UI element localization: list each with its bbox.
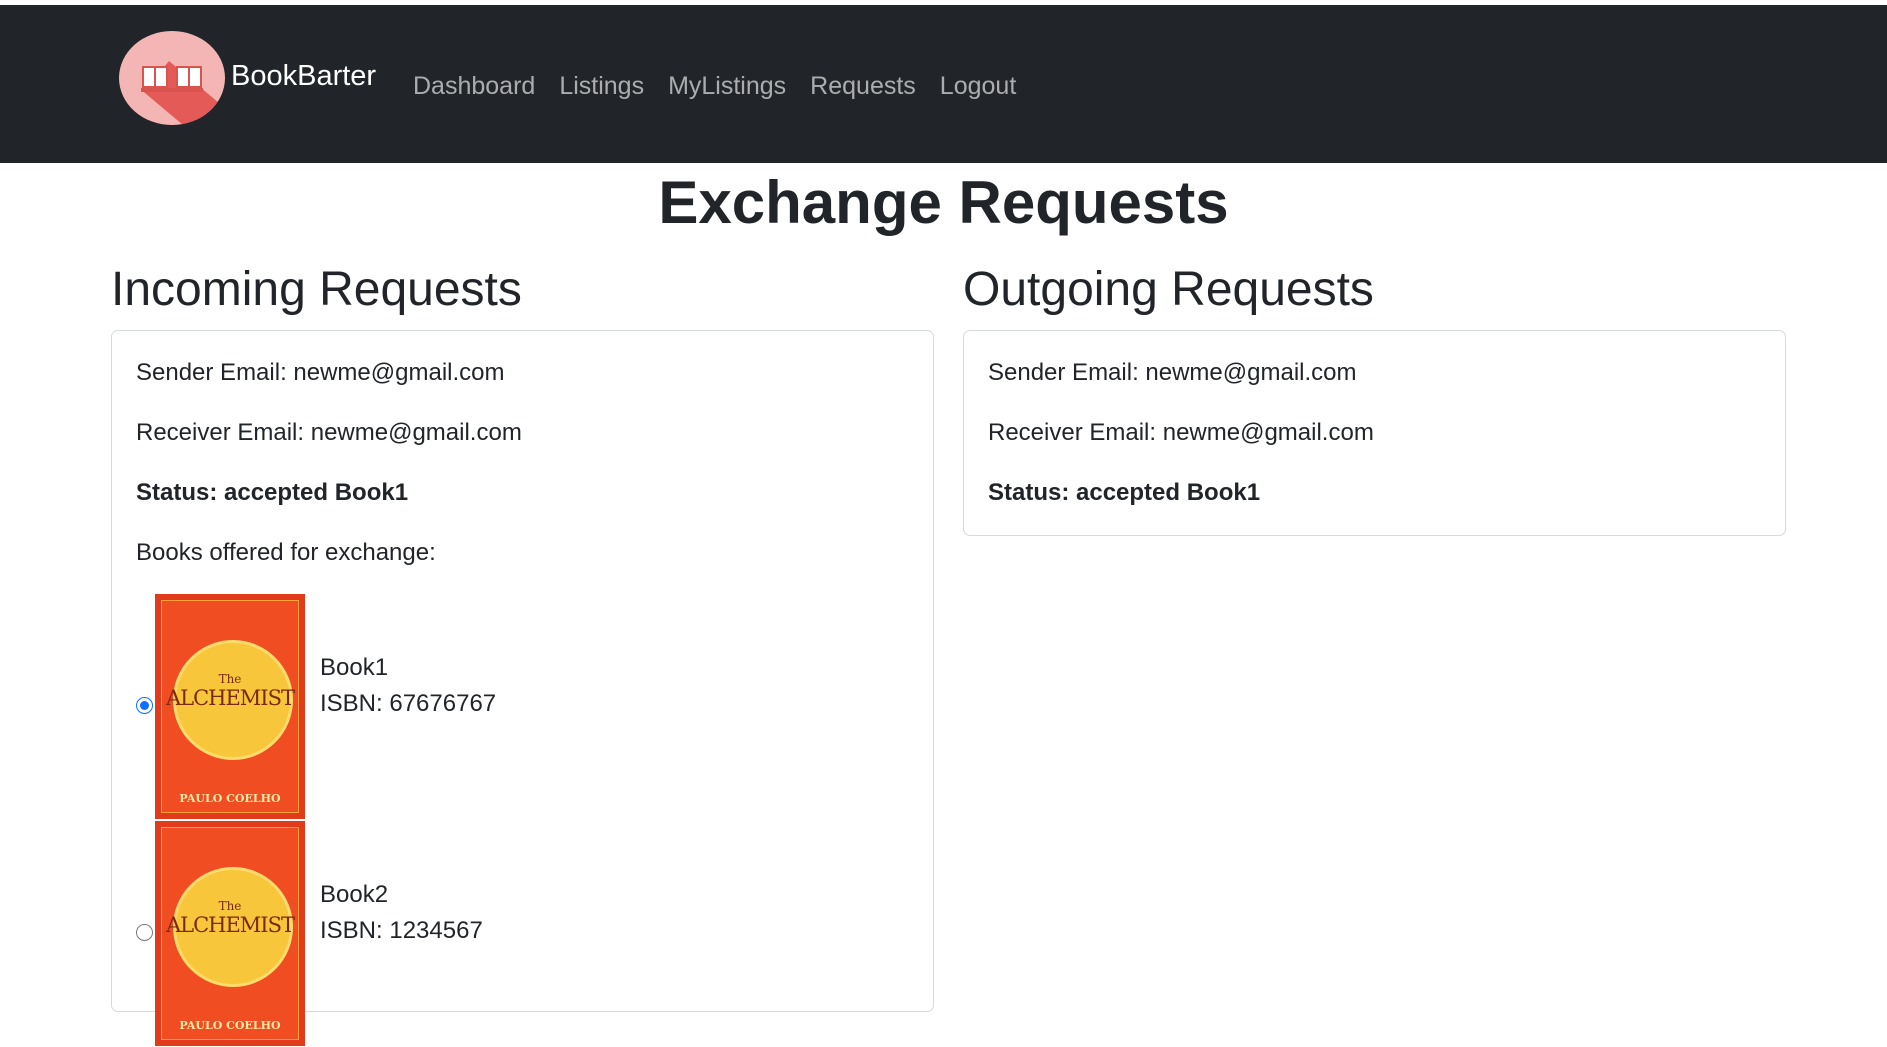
nav-link-mylistings[interactable]: MyListings	[668, 72, 786, 101]
incoming-requests-heading: Incoming Requests	[111, 263, 522, 316]
bookbarter-logo	[119, 31, 225, 125]
cover-author-text: PAULO COELHO	[179, 1019, 281, 1032]
outgoing-receiver-email: Receiver Email: newme@gmail.com	[988, 419, 1374, 446]
brand[interactable]: BookBarter	[119, 31, 376, 125]
nav-link-dashboard[interactable]: Dashboard	[413, 72, 535, 101]
books-offered-label: Books offered for exchange:	[136, 539, 436, 566]
book-exchange-icon	[141, 66, 203, 92]
book-option[interactable]: The ALCHEMIST PAULO COELHO Book1 ISBN: 6…	[112, 594, 932, 820]
book-option[interactable]: The ALCHEMIST PAULO COELHO Book2 ISBN: 1…	[112, 821, 932, 1047]
book-cover-image: The ALCHEMIST PAULO COELHO	[155, 594, 305, 819]
outgoing-status: Status: accepted Book1	[988, 479, 1261, 506]
book-name: Book1	[320, 654, 389, 681]
cover-title-text: ALCHEMIST	[165, 913, 295, 937]
page-title: Exchange Requests	[658, 169, 1229, 236]
cover-the-text: The	[218, 899, 242, 913]
nav-link-logout[interactable]: Logout	[940, 72, 1016, 101]
cover-author-text: PAULO COELHO	[179, 792, 281, 805]
book-radio[interactable]	[136, 924, 153, 941]
incoming-status: Status: accepted Book1	[136, 479, 409, 506]
book-cover-image: The ALCHEMIST PAULO COELHO	[155, 821, 305, 1046]
navbar: BookBarter Dashboard Listings MyListings…	[0, 5, 1887, 163]
incoming-request-card: Sender Email: newme@gmail.com Receiver E…	[111, 330, 934, 1046]
outgoing-sender-email: Sender Email: newme@gmail.com	[988, 359, 1357, 386]
incoming-receiver-email: Receiver Email: newme@gmail.com	[136, 419, 522, 446]
book-isbn: ISBN: 1234567	[320, 917, 483, 944]
cover-title-text: ALCHEMIST	[165, 686, 295, 710]
cover-the-text: The	[218, 672, 242, 686]
nav-link-listings[interactable]: Listings	[559, 72, 644, 101]
outgoing-requests-heading: Outgoing Requests	[963, 263, 1374, 316]
outgoing-request-card: Sender Email: newme@gmail.com Receiver E…	[963, 330, 1786, 536]
nav-link-requests[interactable]: Requests	[810, 72, 916, 101]
book-radio[interactable]	[136, 697, 153, 714]
incoming-sender-email: Sender Email: newme@gmail.com	[136, 359, 505, 386]
book-name: Book2	[320, 881, 389, 908]
brand-name: BookBarter	[231, 59, 377, 92]
book-isbn: ISBN: 67676767	[320, 690, 497, 717]
nav-links: Dashboard Listings MyListings Requests L…	[413, 72, 1040, 101]
